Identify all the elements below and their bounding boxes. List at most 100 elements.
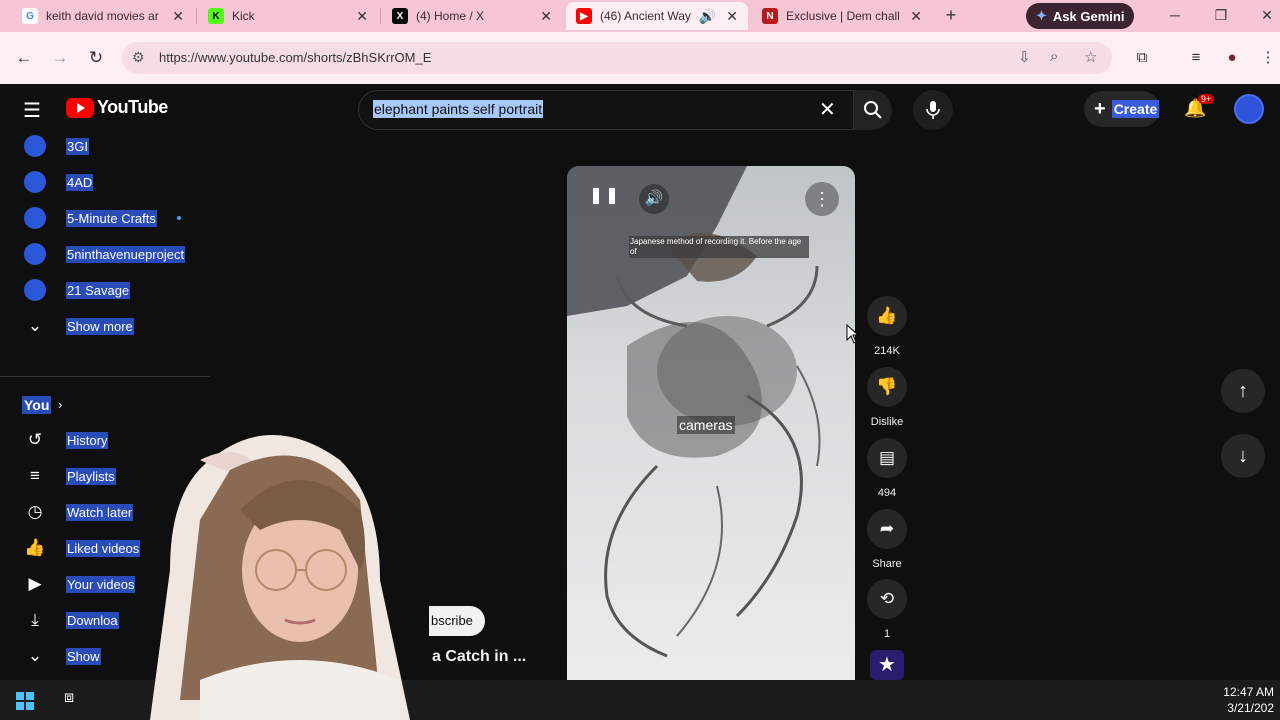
share-icon[interactable]: ➦: [867, 509, 907, 549]
volume-icon[interactable]: 🔊: [639, 184, 669, 214]
short-title[interactable]: a Catch in ...: [432, 648, 526, 666]
bookmark-star-icon[interactable]: ☆: [1084, 48, 1097, 66]
sidebar-item-label: 3GI: [66, 137, 89, 155]
voice-search-button[interactable]: [913, 90, 953, 130]
share-action[interactable]: ➦ Share: [866, 509, 908, 570]
site-info-icon[interactable]: ⚙: [132, 49, 145, 66]
thumb-up-icon: 👍: [24, 538, 46, 557]
remix-action[interactable]: ⟲ 1: [866, 579, 908, 640]
sidebar-item-5ninthavenueproject[interactable]: 5ninthavenueproject: [0, 236, 210, 272]
remix-icon[interactable]: ⟲: [867, 579, 907, 619]
install-app-icon[interactable]: ⇩: [1018, 48, 1031, 66]
download-icon: ⤓: [31, 610, 39, 629]
close-window-icon[interactable]: ✕: [1256, 4, 1278, 26]
task-view-icon[interactable]: ⧈: [64, 689, 74, 707]
windows-start-icon[interactable]: [16, 692, 34, 710]
system-clock[interactable]: 12:47 AM 3/21/202: [1223, 684, 1274, 716]
profile-icon[interactable]: ●: [1218, 44, 1246, 72]
reload-icon[interactable]: ↻: [82, 44, 110, 72]
comment-icon[interactable]: ▤: [867, 438, 907, 478]
subscribe-button[interactable]: bscribe: [429, 606, 485, 636]
sidebar-item-label: 5ninthavenueproject: [66, 245, 186, 263]
extensions-icon[interactable]: ⧉: [1128, 44, 1156, 72]
kick-icon: K: [208, 8, 224, 24]
search-button[interactable]: [854, 90, 892, 130]
next-short-button[interactable]: ↓: [1221, 434, 1265, 478]
create-button[interactable]: + Create: [1084, 91, 1160, 127]
close-tab-icon[interactable]: ✕: [356, 8, 368, 25]
channel-avatar: [24, 135, 46, 157]
sidebar-item-3gi[interactable]: 3GI: [0, 128, 210, 164]
tab-google[interactable]: G keith david movies ar ✕: [12, 2, 194, 30]
back-icon[interactable]: ←: [10, 44, 38, 72]
thumb-up-icon[interactable]: 👍: [867, 296, 907, 336]
dislike-action[interactable]: 👎 Dislike: [866, 367, 908, 428]
channel-avatar: [24, 171, 46, 193]
restore-icon[interactable]: ❐: [1210, 4, 1232, 26]
chevron-down-icon: ⌄: [27, 646, 43, 665]
thumb-down-icon[interactable]: 👎: [867, 367, 907, 407]
notification-badge: 9+: [1198, 94, 1215, 104]
more-menu-icon[interactable]: ⋮: [1254, 44, 1280, 72]
small-caption-text: Japanese method of recording it. Before …: [629, 236, 809, 258]
clear-search-icon[interactable]: ✕: [819, 97, 836, 122]
you-section-heading[interactable]: You: [22, 396, 52, 414]
sidebar-item-5-minute-crafts[interactable]: 5-Minute Crafts: [0, 200, 210, 236]
short-video-player[interactable]: 🔊 ⋮ Japanese method of recording it. Bef…: [567, 166, 855, 680]
plus-icon: +: [1094, 97, 1106, 120]
sidebar-item-label: 4AD: [66, 173, 94, 191]
tab-news[interactable]: N Exclusive | Dem chall ✕: [752, 2, 932, 30]
sound-pivot-thumbnail[interactable]: ★: [870, 650, 904, 680]
minimize-icon[interactable]: ─: [1164, 4, 1186, 26]
show-more-button[interactable]: ⌄ Show more: [0, 308, 210, 344]
browser-toolbar: ← → ↻ ⚙ https://www.youtube.com/shorts/z…: [0, 32, 1280, 84]
sidebar-divider: [0, 376, 210, 377]
account-avatar[interactable]: [1234, 94, 1264, 124]
youtube-logo[interactable]: YouTube: [66, 97, 168, 118]
clock-time: 12:47 AM: [1223, 685, 1274, 699]
tab-kick[interactable]: K Kick ✕: [198, 2, 378, 30]
close-tab-icon[interactable]: ✕: [540, 8, 552, 25]
zoom-icon[interactable]: ⌕: [1050, 48, 1058, 65]
search-input[interactable]: elephant paints self portrait: [373, 100, 544, 118]
close-tab-icon[interactable]: ✕: [726, 8, 738, 25]
sidebar-item-21-savage[interactable]: 21 Savage: [0, 272, 210, 308]
comments-action[interactable]: ▤ 494: [866, 438, 908, 499]
x-icon: X: [392, 8, 408, 24]
video-icon: ▶: [28, 574, 42, 593]
video-more-icon[interactable]: ⋮: [805, 182, 839, 216]
logo-text: YouTube: [97, 97, 168, 117]
news-icon: N: [762, 8, 778, 24]
ask-gemini-label: Ask Gemini: [1052, 8, 1125, 24]
remix-count: 1: [883, 628, 891, 640]
tab-youtube-active[interactable]: ▶ (46) Ancient Way 🔊 ✕: [566, 2, 748, 30]
youtube-play-icon: [66, 97, 94, 118]
pause-button[interactable]: [593, 188, 615, 210]
speaker-icon[interactable]: 🔊: [699, 8, 716, 25]
previous-short-button[interactable]: ↑: [1221, 369, 1265, 413]
media-controls-icon[interactable]: ≡: [1182, 44, 1210, 72]
guide-menu-icon[interactable]: ☰: [23, 98, 41, 123]
google-icon: G: [22, 8, 38, 24]
search-box[interactable]: elephant paints self portrait ✕: [358, 90, 854, 130]
close-tab-icon[interactable]: ✕: [910, 8, 922, 25]
like-action[interactable]: 👍 214K: [866, 296, 908, 357]
new-tab-button[interactable]: +: [940, 4, 962, 26]
channel-avatar: [24, 207, 46, 229]
share-label: Share: [872, 558, 902, 570]
browser-tab-bar: G keith david movies ar ✕ K Kick ✕ X (4)…: [0, 0, 1280, 32]
sidebar-item-label: 5-Minute Crafts: [66, 209, 157, 227]
url-text[interactable]: https://www.youtube.com/shorts/zBhSKrrOM…: [159, 50, 431, 65]
sidebar-item-4ad[interactable]: 4AD: [0, 164, 210, 200]
close-tab-icon[interactable]: ✕: [172, 8, 184, 25]
tab-x-home[interactable]: X (4) Home / X ✕: [382, 2, 562, 30]
forward-icon[interactable]: →: [46, 44, 74, 72]
clock-date: 3/21/202: [1227, 701, 1274, 715]
channel-avatar: [24, 243, 46, 265]
streamer-webcam-image: [150, 435, 410, 720]
ask-gemini-button[interactable]: ✦ Ask Gemini: [1026, 3, 1134, 29]
dislike-label: Dislike: [870, 416, 904, 428]
chevron-right-icon: ›: [58, 397, 63, 412]
history-icon: ↺: [27, 430, 43, 449]
address-bar[interactable]: ⚙ https://www.youtube.com/shorts/zBhSKrr…: [122, 42, 1112, 74]
